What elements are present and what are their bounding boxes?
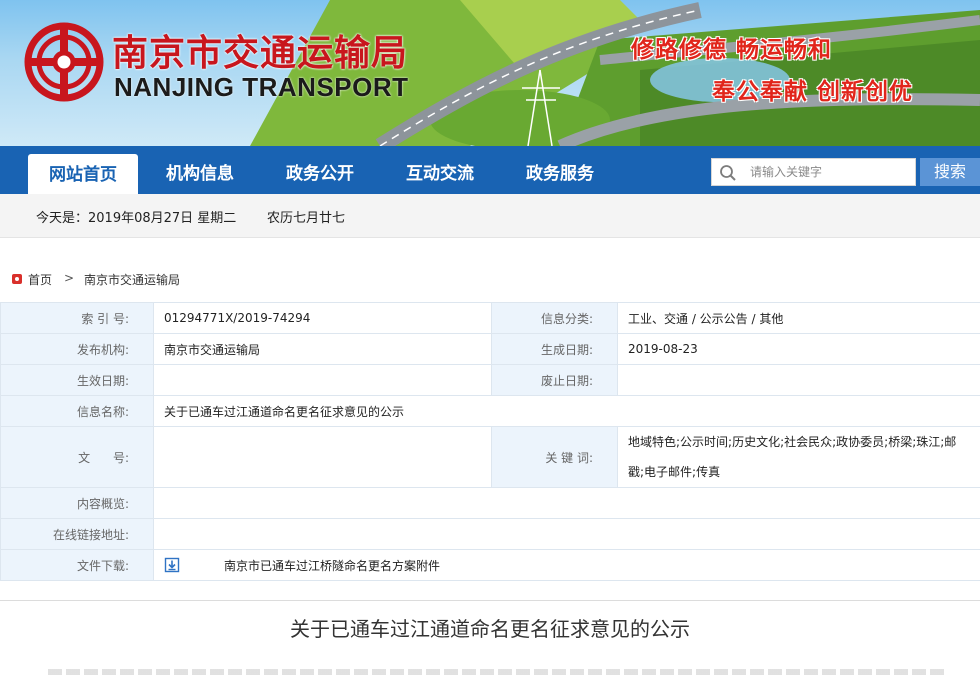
header-banner: 南京市交通运输局 NANJING TRANSPORT 修路修德 畅运畅和 奉公奉… bbox=[0, 0, 980, 146]
nav-item-home[interactable]: 网站首页 bbox=[28, 154, 138, 194]
online-link-label: 在线链接地址: bbox=[0, 518, 154, 550]
slogan-line-2: 奉公奉献 创新创优 bbox=[712, 79, 914, 105]
site-name-cn: 南京市交通运输局 bbox=[112, 33, 409, 74]
location-dot-icon bbox=[12, 274, 22, 284]
article-body-text-cut-off bbox=[48, 669, 948, 675]
category-label: 信息分类: bbox=[491, 302, 618, 334]
nav-item-interaction[interactable]: 互动交流 bbox=[406, 146, 474, 194]
doc-number-value bbox=[153, 426, 492, 488]
breadcrumb-current-link[interactable]: 南京市交通运输局 bbox=[84, 271, 180, 288]
article-section: 关于已通车过江通道命名更名征求意见的公示 bbox=[0, 600, 980, 675]
site-name-en: NANJING TRANSPORT bbox=[114, 72, 409, 102]
info-name-label: 信息名称: bbox=[0, 395, 154, 427]
download-icon[interactable] bbox=[164, 557, 180, 573]
file-download-cell: 南京市已通车过江桥隧命名更名方案附件 bbox=[153, 549, 980, 581]
doc-number-label: 文 号: bbox=[0, 426, 154, 488]
info-meta-table: 索 引 号: 01294771X/2019-74294 信息分类: 工业、交通 … bbox=[0, 302, 980, 581]
search-input[interactable] bbox=[750, 162, 910, 182]
expire-date-value bbox=[617, 364, 980, 396]
lunar-date: 农历七月廿七 bbox=[267, 211, 346, 226]
current-date: 今天是：2019年08月27日 星期二 bbox=[36, 211, 237, 226]
created-date-label: 生成日期: bbox=[491, 333, 618, 365]
index-value: 01294771X/2019-74294 bbox=[153, 302, 492, 334]
table-row: 生效日期: 废止日期: bbox=[0, 364, 980, 396]
nav-item-org-info[interactable]: 机构信息 bbox=[166, 146, 234, 194]
info-name-value: 关于已通车过江通道命名更名征求意见的公示 bbox=[153, 395, 980, 427]
created-date-value: 2019-08-23 bbox=[617, 333, 980, 365]
date-bar: 今天是：2019年08月27日 星期二 农历七月廿七 bbox=[0, 194, 980, 238]
category-value: 工业、交通 / 公示公告 / 其他 bbox=[617, 302, 980, 334]
table-row: 发布机构: 南京市交通运输局 生成日期: 2019-08-23 bbox=[0, 333, 980, 365]
table-row: 信息名称: 关于已通车过江通道命名更名征求意见的公示 bbox=[0, 395, 980, 427]
nanjing-transport-logo[interactable] bbox=[24, 22, 104, 102]
search-icon bbox=[720, 165, 736, 181]
table-row: 在线链接地址: bbox=[0, 518, 980, 550]
effective-date-label: 生效日期: bbox=[0, 364, 154, 396]
search-button[interactable]: 搜索 bbox=[920, 158, 980, 186]
search-box bbox=[711, 158, 916, 186]
publisher-value: 南京市交通运输局 bbox=[153, 333, 492, 365]
effective-date-value bbox=[153, 364, 492, 396]
table-row: 索 引 号: 01294771X/2019-74294 信息分类: 工业、交通 … bbox=[0, 302, 980, 334]
summary-value bbox=[153, 487, 980, 519]
publisher-label: 发布机构: bbox=[0, 333, 154, 365]
main-nav: 网站首页 机构信息 政务公开 互动交流 政务服务 搜索 bbox=[0, 146, 980, 194]
index-label: 索 引 号: bbox=[0, 302, 154, 334]
keywords-label: 关 键 词: bbox=[491, 426, 618, 488]
breadcrumb-separator: > bbox=[64, 271, 75, 285]
summary-label: 内容概览: bbox=[0, 487, 154, 519]
expire-date-label: 废止日期: bbox=[491, 364, 618, 396]
table-row: 内容概览: bbox=[0, 487, 980, 519]
slogan-line-1: 修路修德 畅运畅和 bbox=[631, 37, 833, 63]
keywords-value: 地域特色;公示时间;历史文化;社会民众;政协委员;桥梁;珠江;邮戳;电子邮件;传… bbox=[617, 426, 980, 488]
article-title: 关于已通车过江通道命名更名征求意见的公示 bbox=[290, 617, 690, 641]
attachment-download-link[interactable]: 南京市已通车过江桥隧命名更名方案附件 bbox=[224, 559, 440, 573]
nav-item-gov-services[interactable]: 政务服务 bbox=[526, 146, 594, 194]
table-row: 文件下载: 南京市已通车过江桥隧命名更名方案附件 bbox=[0, 549, 980, 581]
nav-item-gov-affairs[interactable]: 政务公开 bbox=[286, 146, 354, 194]
logo-emblem-icon bbox=[24, 22, 104, 102]
online-link-value bbox=[153, 518, 980, 550]
table-row: 文 号: 关 键 词: 地域特色;公示时间;历史文化;社会民众;政协委员;桥梁;… bbox=[0, 426, 980, 488]
breadcrumb-home-link[interactable]: 首页 bbox=[28, 271, 52, 288]
file-download-label: 文件下载: bbox=[0, 549, 154, 581]
